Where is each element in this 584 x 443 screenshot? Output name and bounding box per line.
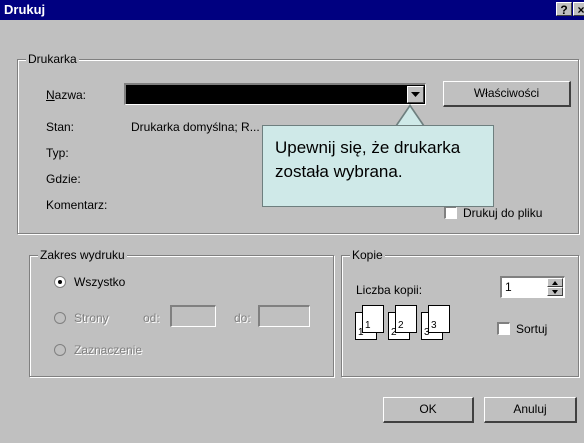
collate-checkbox[interactable] <box>497 322 510 335</box>
cancel-button[interactable]: Anuluj <box>484 397 577 423</box>
increment-button[interactable] <box>547 278 563 287</box>
chevron-down-icon <box>411 92 420 97</box>
tooltip-arrow-fill <box>397 107 423 126</box>
title-bar: Drukuj ? × <box>0 0 584 20</box>
print-range-legend: Zakres wydruku <box>38 248 127 262</box>
type-label: Typ: <box>46 146 69 160</box>
page-icon: 3 <box>428 305 450 333</box>
radio-selected-dot <box>58 280 62 284</box>
printer-group-legend: Drukarka <box>26 52 79 66</box>
comment-label: Komentarz: <box>46 198 108 212</box>
radio-selection-label: Zaznaczenie <box>74 343 143 357</box>
radio-selection[interactable] <box>54 344 66 356</box>
copies-count-stepper[interactable]: 1 <box>500 276 565 298</box>
close-button[interactable]: × <box>573 2 584 17</box>
printer-name-select[interactable] <box>124 83 426 105</box>
decrement-button[interactable] <box>547 287 563 296</box>
print-to-file-label: Drukuj do pliku <box>463 206 543 220</box>
status-label: Stan: <box>46 120 75 134</box>
print-dialog: Drukuj ? × Drukarka Nazwa: Właściwości S… <box>0 0 584 443</box>
collate-label: Sortuj <box>516 322 548 336</box>
dropdown-button[interactable] <box>407 86 424 103</box>
to-label: do: <box>234 311 251 325</box>
to-input[interactable] <box>258 305 310 327</box>
arrow-down-icon <box>552 290 558 294</box>
from-input[interactable] <box>170 305 216 327</box>
printer-name-label: Nazwa: <box>46 88 87 102</box>
arrow-up-icon <box>552 281 558 285</box>
where-label: Gdzie: <box>46 172 81 186</box>
radio-all-label: Wszystko <box>74 275 126 289</box>
help-button[interactable]: ? <box>556 2 572 17</box>
copies-count-value: 1 <box>505 280 512 294</box>
copies-legend: Kopie <box>350 248 385 262</box>
page-icon: 2 <box>395 305 417 333</box>
from-label: od: <box>143 311 160 325</box>
status-value: Drukarka domyślna; R... <box>131 120 260 134</box>
page-icon: 1 <box>362 305 384 333</box>
print-to-file-checkbox[interactable] <box>444 206 457 219</box>
ok-button[interactable]: OK <box>383 397 474 423</box>
callout-tooltip: Upewnij się, że drukarka została wybrana… <box>262 125 494 207</box>
radio-pages[interactable] <box>54 312 66 324</box>
radio-all[interactable] <box>54 276 66 288</box>
properties-button[interactable]: Właściwości <box>443 81 571 107</box>
window-title: Drukuj <box>4 2 46 17</box>
copies-count-label: Liczba kopii: <box>356 283 423 297</box>
radio-pages-label: Strony <box>74 311 109 325</box>
